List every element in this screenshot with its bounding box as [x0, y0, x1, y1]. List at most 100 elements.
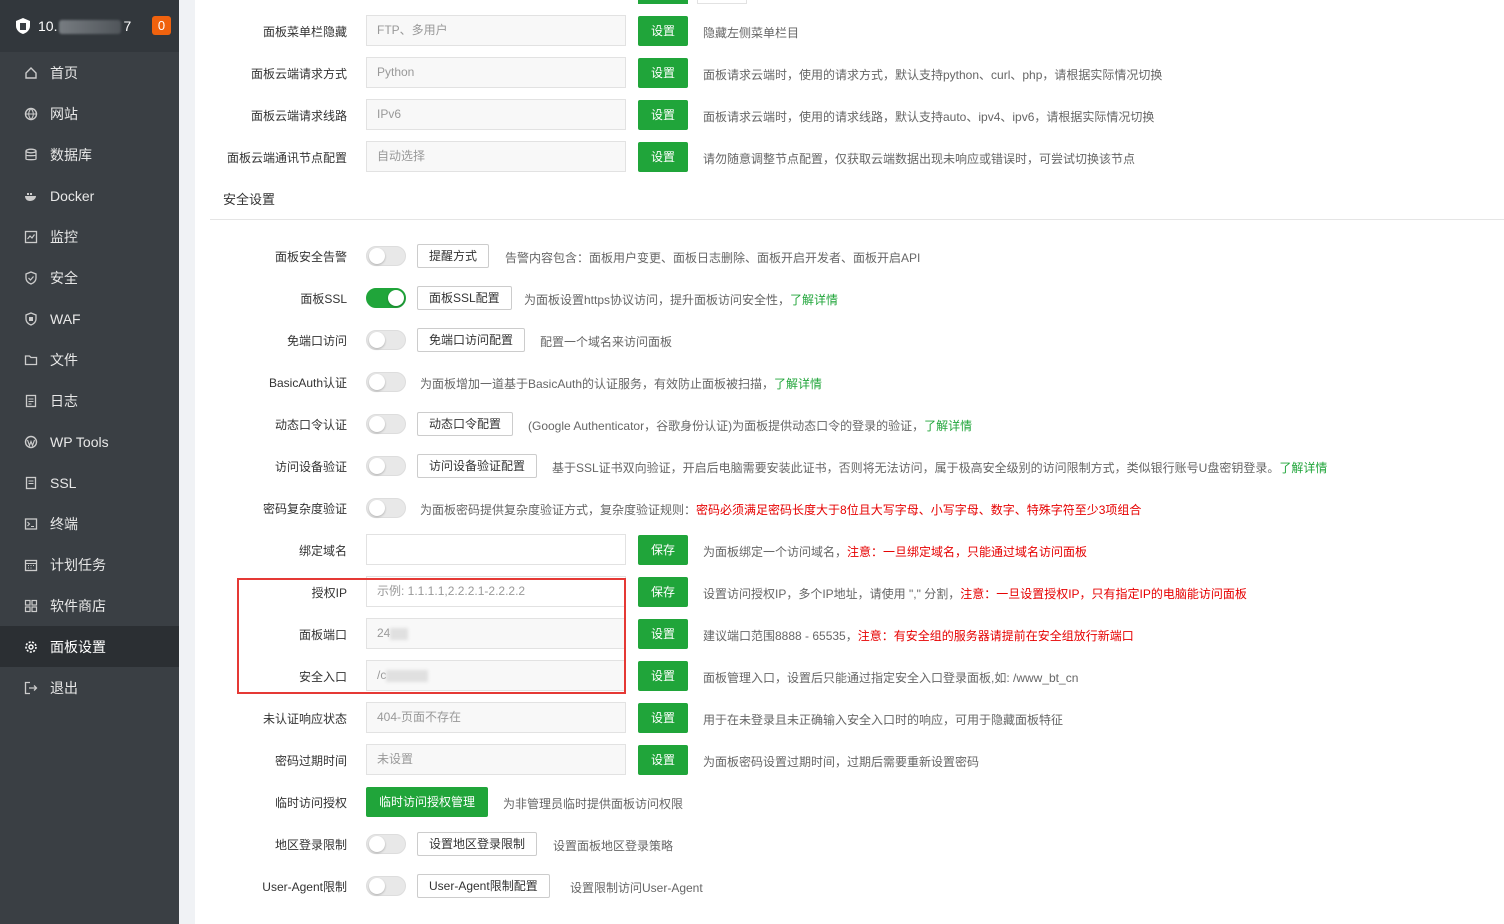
row-password-complexity: 密码复杂度验证 为面板密码提供复杂度验证方式，复杂度验证规则：密码必须满足密码长…: [195, 492, 1504, 524]
ssl-config-button[interactable]: 面板SSL配置: [417, 286, 512, 310]
device-toggle[interactable]: [366, 456, 406, 476]
sidebar-item[interactable]: 文件: [0, 339, 179, 380]
sidebar-item-label: 数据库: [50, 146, 92, 163]
sidebar-item[interactable]: 日志: [0, 380, 179, 421]
sidebar-item-label: 软件商店: [50, 597, 106, 614]
sidebar-item[interactable]: SSL: [0, 462, 179, 503]
row-label: 面板云端通讯节点配置: [226, 150, 347, 165]
row-basicauth: BasicAuth认证 为面板增加一道基于BasicAuth的认证服务，有效防止…: [195, 366, 1504, 398]
ua-toggle[interactable]: [366, 876, 406, 896]
entry-set-button[interactable]: 设置: [638, 661, 688, 691]
monitor-icon: [24, 230, 38, 244]
sidebar-item-label: Docker: [50, 187, 95, 204]
highlight-box: [237, 578, 626, 694]
row-label: 面板菜单栏隐藏: [262, 24, 347, 39]
sidebar-item[interactable]: 面板设置: [0, 626, 179, 667]
learn-more-link[interactable]: 了解详情: [1279, 461, 1327, 475]
sidebar-item-label: 首页: [50, 64, 78, 81]
row-label: 面板SSL: [300, 291, 347, 306]
row-label: 临时访问授权: [274, 795, 347, 810]
region-config-button[interactable]: 设置地区登录限制: [417, 832, 538, 856]
set-button[interactable]: 设置: [638, 16, 688, 46]
setting-input[interactable]: Python: [366, 57, 626, 88]
settings-row: 面板云端请求方式 Python 设置 面板请求云端时，使用的请求方式，默认支持pyth…: [195, 57, 1504, 89]
pwexpire-input[interactable]: 未设置: [366, 744, 626, 775]
row-noport-access: 免端口访问 免端口访问配置 配置一个域名来访问面板: [195, 324, 1504, 356]
row-desc: 告警内容包含：面板用户变更、面板日志删除、面板开启开发者、面板开启API: [505, 251, 921, 265]
totp-config-button[interactable]: 动态口令配置: [417, 412, 514, 436]
pwcomplex-toggle[interactable]: [366, 498, 406, 518]
sidebar-item[interactable]: 退出: [0, 667, 179, 708]
row-panel-alarm: 面板安全告警 提醒方式 告警内容包含：面板用户变更、面板日志删除、面板开启开发者…: [195, 240, 1504, 272]
row-label: 动态口令认证: [274, 417, 347, 432]
redacted-ip: [59, 20, 122, 35]
sidebar-item[interactable]: 首页: [0, 52, 179, 93]
noport-config-button[interactable]: 免端口访问配置: [417, 328, 526, 352]
domain-input[interactable]: [366, 534, 626, 565]
learn-more-link[interactable]: 了解详情: [790, 293, 838, 307]
port-set-button[interactable]: 设置: [638, 619, 688, 649]
sidebar-item-label: WAF: [50, 310, 81, 327]
pwexpire-set-button[interactable]: 设置: [638, 745, 688, 775]
shield-icon: [24, 270, 38, 285]
sidebar-item[interactable]: 计划任务: [0, 544, 179, 585]
noport-toggle[interactable]: [366, 330, 406, 350]
row-desc: 配置一个域名来访问面板: [540, 335, 673, 349]
domain-save-button[interactable]: 保存: [638, 535, 688, 565]
row-temp-access: 临时访问授权 临时访问授权管理 为非管理员临时提供面板访问权限: [195, 786, 1504, 818]
setting-input[interactable]: IPv6: [366, 99, 626, 130]
database-icon: [24, 148, 38, 162]
sidebar-header: 10. 7 0: [0, 0, 179, 52]
section-title-security: 安全设置: [223, 192, 276, 207]
row-label: 免端口访问: [286, 333, 347, 348]
row-label: User-Agent限制: [262, 879, 347, 894]
sidebar-item[interactable]: 网站: [0, 93, 179, 134]
ua-config-button[interactable]: User-Agent限制配置: [417, 874, 550, 898]
region-toggle[interactable]: [366, 834, 406, 854]
setting-input[interactable]: 自动选择: [366, 141, 626, 172]
row-desc: 建议端口范围8888 - 65535，注意：有安全组的服务器请提前在安全组放行新…: [703, 629, 1134, 643]
warning-text: 注意：一旦绑定域名，只能通过域名访问面板: [847, 545, 1088, 559]
setting-input[interactable]: FTP、多用户: [366, 15, 626, 46]
sidebar-item[interactable]: 安全: [0, 257, 179, 298]
sidebar-item-label: 面板设置: [50, 638, 106, 655]
row-desc: 为非管理员临时提供面板访问权限: [503, 797, 684, 811]
globe-icon: [24, 107, 38, 121]
sidebar-item[interactable]: 数据库: [0, 134, 179, 175]
sidebar-item[interactable]: 监控: [0, 216, 179, 257]
sidebar-item[interactable]: WP Tools: [0, 421, 179, 462]
learn-more-link[interactable]: 了解详情: [924, 419, 972, 433]
basicauth-toggle[interactable]: [366, 372, 406, 392]
sidebar-item-label: WP Tools: [50, 433, 109, 450]
unauth-select[interactable]: 404-页面不存在: [366, 702, 626, 733]
totp-toggle[interactable]: [366, 414, 406, 434]
row-unauth-response: 未认证响应状态 404-页面不存在 设置 用于在未登录且未正确输入安全入口时的响…: [195, 702, 1504, 734]
set-button[interactable]: 设置: [638, 142, 688, 172]
terminal-icon: [24, 517, 38, 531]
row-label: 未认证响应状态: [262, 711, 347, 726]
learn-more-link[interactable]: 了解详情: [774, 377, 822, 391]
row-desc: 为面板设置https协议访问，提升面板访问安全性，了解详情: [524, 293, 839, 307]
sidebar-item[interactable]: 终端: [0, 503, 179, 544]
sidebar-item-label: 日志: [50, 392, 78, 409]
sidebar-item[interactable]: Docker: [0, 175, 179, 216]
sidebar-item[interactable]: 软件商店: [0, 585, 179, 626]
notification-badge[interactable]: 0: [152, 16, 171, 35]
sidebar-item[interactable]: WAF: [0, 298, 179, 339]
row-desc: 为面板密码提供复杂度验证方式，复杂度验证规则：密码必须满足密码长度大于8位且大写…: [420, 503, 1142, 517]
row-label: 密码过期时间: [274, 753, 347, 768]
alarm-method-button[interactable]: 提醒方式: [417, 244, 490, 268]
set-button[interactable]: 设置: [638, 100, 688, 130]
auth-ip-save-button[interactable]: 保存: [638, 577, 688, 607]
settings-row: 面板菜单栏隐藏 FTP、多用户 设置 隐藏左侧菜单栏目: [195, 15, 1504, 47]
alarm-toggle[interactable]: [366, 246, 406, 266]
ssl-toggle[interactable]: [366, 288, 406, 308]
device-config-button[interactable]: 访问设备验证配置: [417, 454, 538, 478]
row-desc: (Google Authenticator，谷歌身份认证)为面板提供动态口令的登…: [528, 419, 973, 433]
sidebar-item-label: 终端: [50, 515, 78, 532]
sidebar-item-label: 安全: [50, 269, 78, 286]
row-desc: 设置限制访问User-Agent: [570, 881, 703, 895]
set-button[interactable]: 设置: [638, 58, 688, 88]
temp-access-manage-button[interactable]: 临时访问授权管理: [366, 787, 488, 817]
unauth-set-button[interactable]: 设置: [638, 703, 688, 733]
